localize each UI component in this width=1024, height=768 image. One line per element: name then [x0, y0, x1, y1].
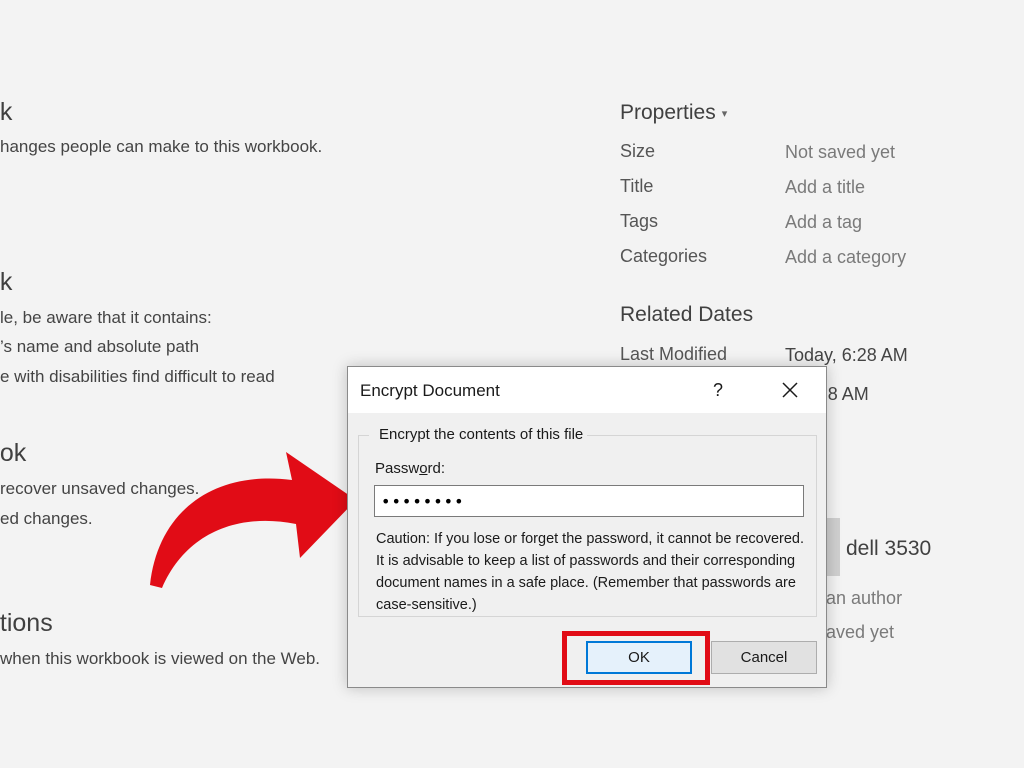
protect-workbook-description: hanges people can make to this workbook. — [0, 137, 323, 156]
caution-text: Caution: If you lose or forget the passw… — [376, 531, 804, 613]
related-dates-title: Related Dates — [620, 303, 754, 326]
property-value-tags[interactable]: Add a tag — [785, 212, 862, 233]
manage-workbook-heading: ook — [0, 439, 27, 467]
property-label-tags: Tags — [620, 211, 659, 231]
property-value-categories[interactable]: Add a category — [785, 247, 906, 268]
password-input[interactable] — [374, 485, 804, 517]
help-button[interactable]: ? — [703, 375, 733, 405]
manage-description-line-2: ed changes. — [0, 509, 93, 528]
close-icon — [782, 382, 798, 398]
dialog-titlebar[interactable]: Encrypt Document ? — [348, 367, 826, 413]
password-label-part: Passw — [375, 460, 420, 477]
browser-view-options-heading: ptions — [0, 609, 53, 637]
dialog-title: Encrypt Document — [360, 381, 500, 400]
curved-arrow-annotation-icon — [150, 452, 356, 588]
protect-workbook-heading: ok — [0, 98, 13, 126]
property-value-size: Not saved yet — [785, 142, 896, 162]
property-label-title: Title — [620, 176, 654, 196]
properties-title: Properties — [620, 101, 716, 124]
inspect-description-line-2: ’s name and absolute path — [0, 337, 200, 356]
encrypt-contents-group: Encrypt the contents of this file Passwo… — [358, 426, 817, 617]
password-label: Password: — [375, 460, 445, 477]
browser-view-description: when this workbook is viewed on the Web. — [0, 649, 321, 668]
close-button[interactable] — [772, 375, 808, 405]
group-label: Encrypt the contents of this file — [369, 426, 588, 443]
last-modified-label: Last Modified — [620, 344, 728, 364]
property-value-title[interactable]: Add a title — [785, 177, 865, 198]
ok-button[interactable]: OK — [586, 641, 692, 674]
password-label-accelerator: o — [419, 460, 428, 477]
backstage-info-page: ok hanges people can make to this workbo… — [0, 0, 1024, 768]
arrow-shape — [150, 452, 356, 588]
password-label-part: rd: — [427, 460, 446, 477]
last-modified-by-partial: aved yet — [826, 622, 895, 642]
add-author-link-partial[interactable]: an author — [826, 588, 902, 609]
author-avatar — [826, 518, 840, 576]
properties-dropdown[interactable]: Properties ▾ — [620, 101, 727, 125]
inspect-workbook-heading: ok — [0, 268, 13, 296]
property-label-categories: Categories — [620, 246, 708, 266]
author-name: dell 3530 — [846, 537, 932, 560]
cancel-button[interactable]: Cancel — [711, 641, 817, 674]
inspect-description-line-3: e with disabilities find difficult to re… — [0, 367, 275, 386]
last-modified-value: Today, 6:28 AM — [785, 345, 908, 365]
chevron-down-icon: ▾ — [721, 107, 728, 120]
property-label-size: Size — [620, 141, 656, 161]
inspect-description-line-1: le, be aware that it contains: — [0, 308, 212, 327]
encrypt-document-dialog: Encrypt Document ? Encrypt the contents … — [347, 366, 827, 688]
